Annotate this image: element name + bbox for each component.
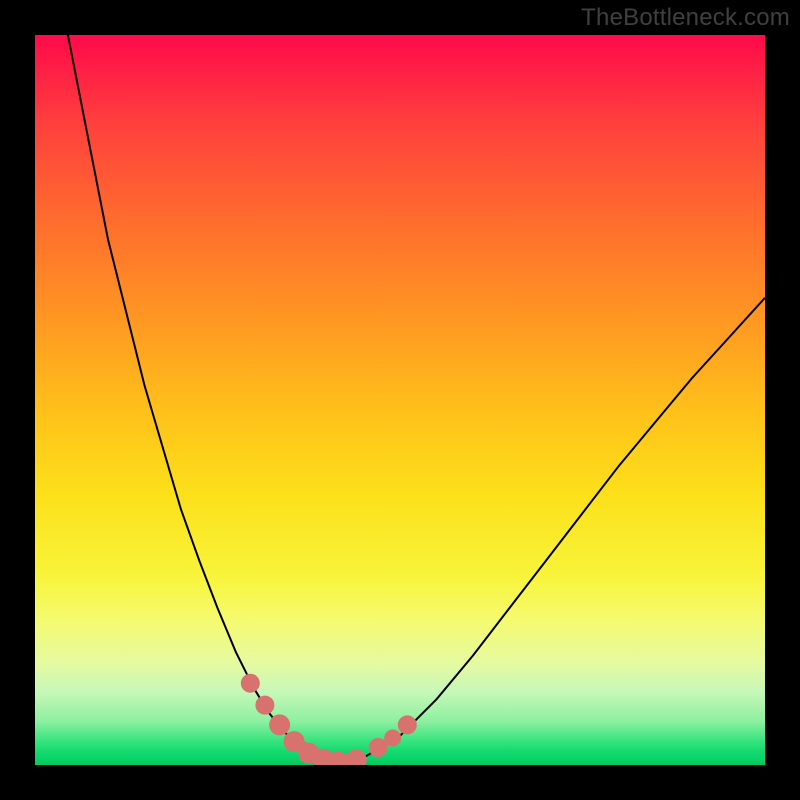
curve-svg [35,35,765,765]
curve-marker [385,730,401,746]
curve-marker [398,716,416,734]
curve-marker [369,739,387,757]
curve-marker [256,696,274,714]
curve-marker [346,750,366,765]
marker-group [241,674,416,765]
watermark-text: TheBottleneck.com [581,4,790,32]
bottleneck-curve [68,35,765,762]
curve-marker [241,674,259,692]
chart-frame: TheBottleneck.com [0,0,800,800]
curve-marker [270,715,290,735]
plot-area [35,35,765,765]
